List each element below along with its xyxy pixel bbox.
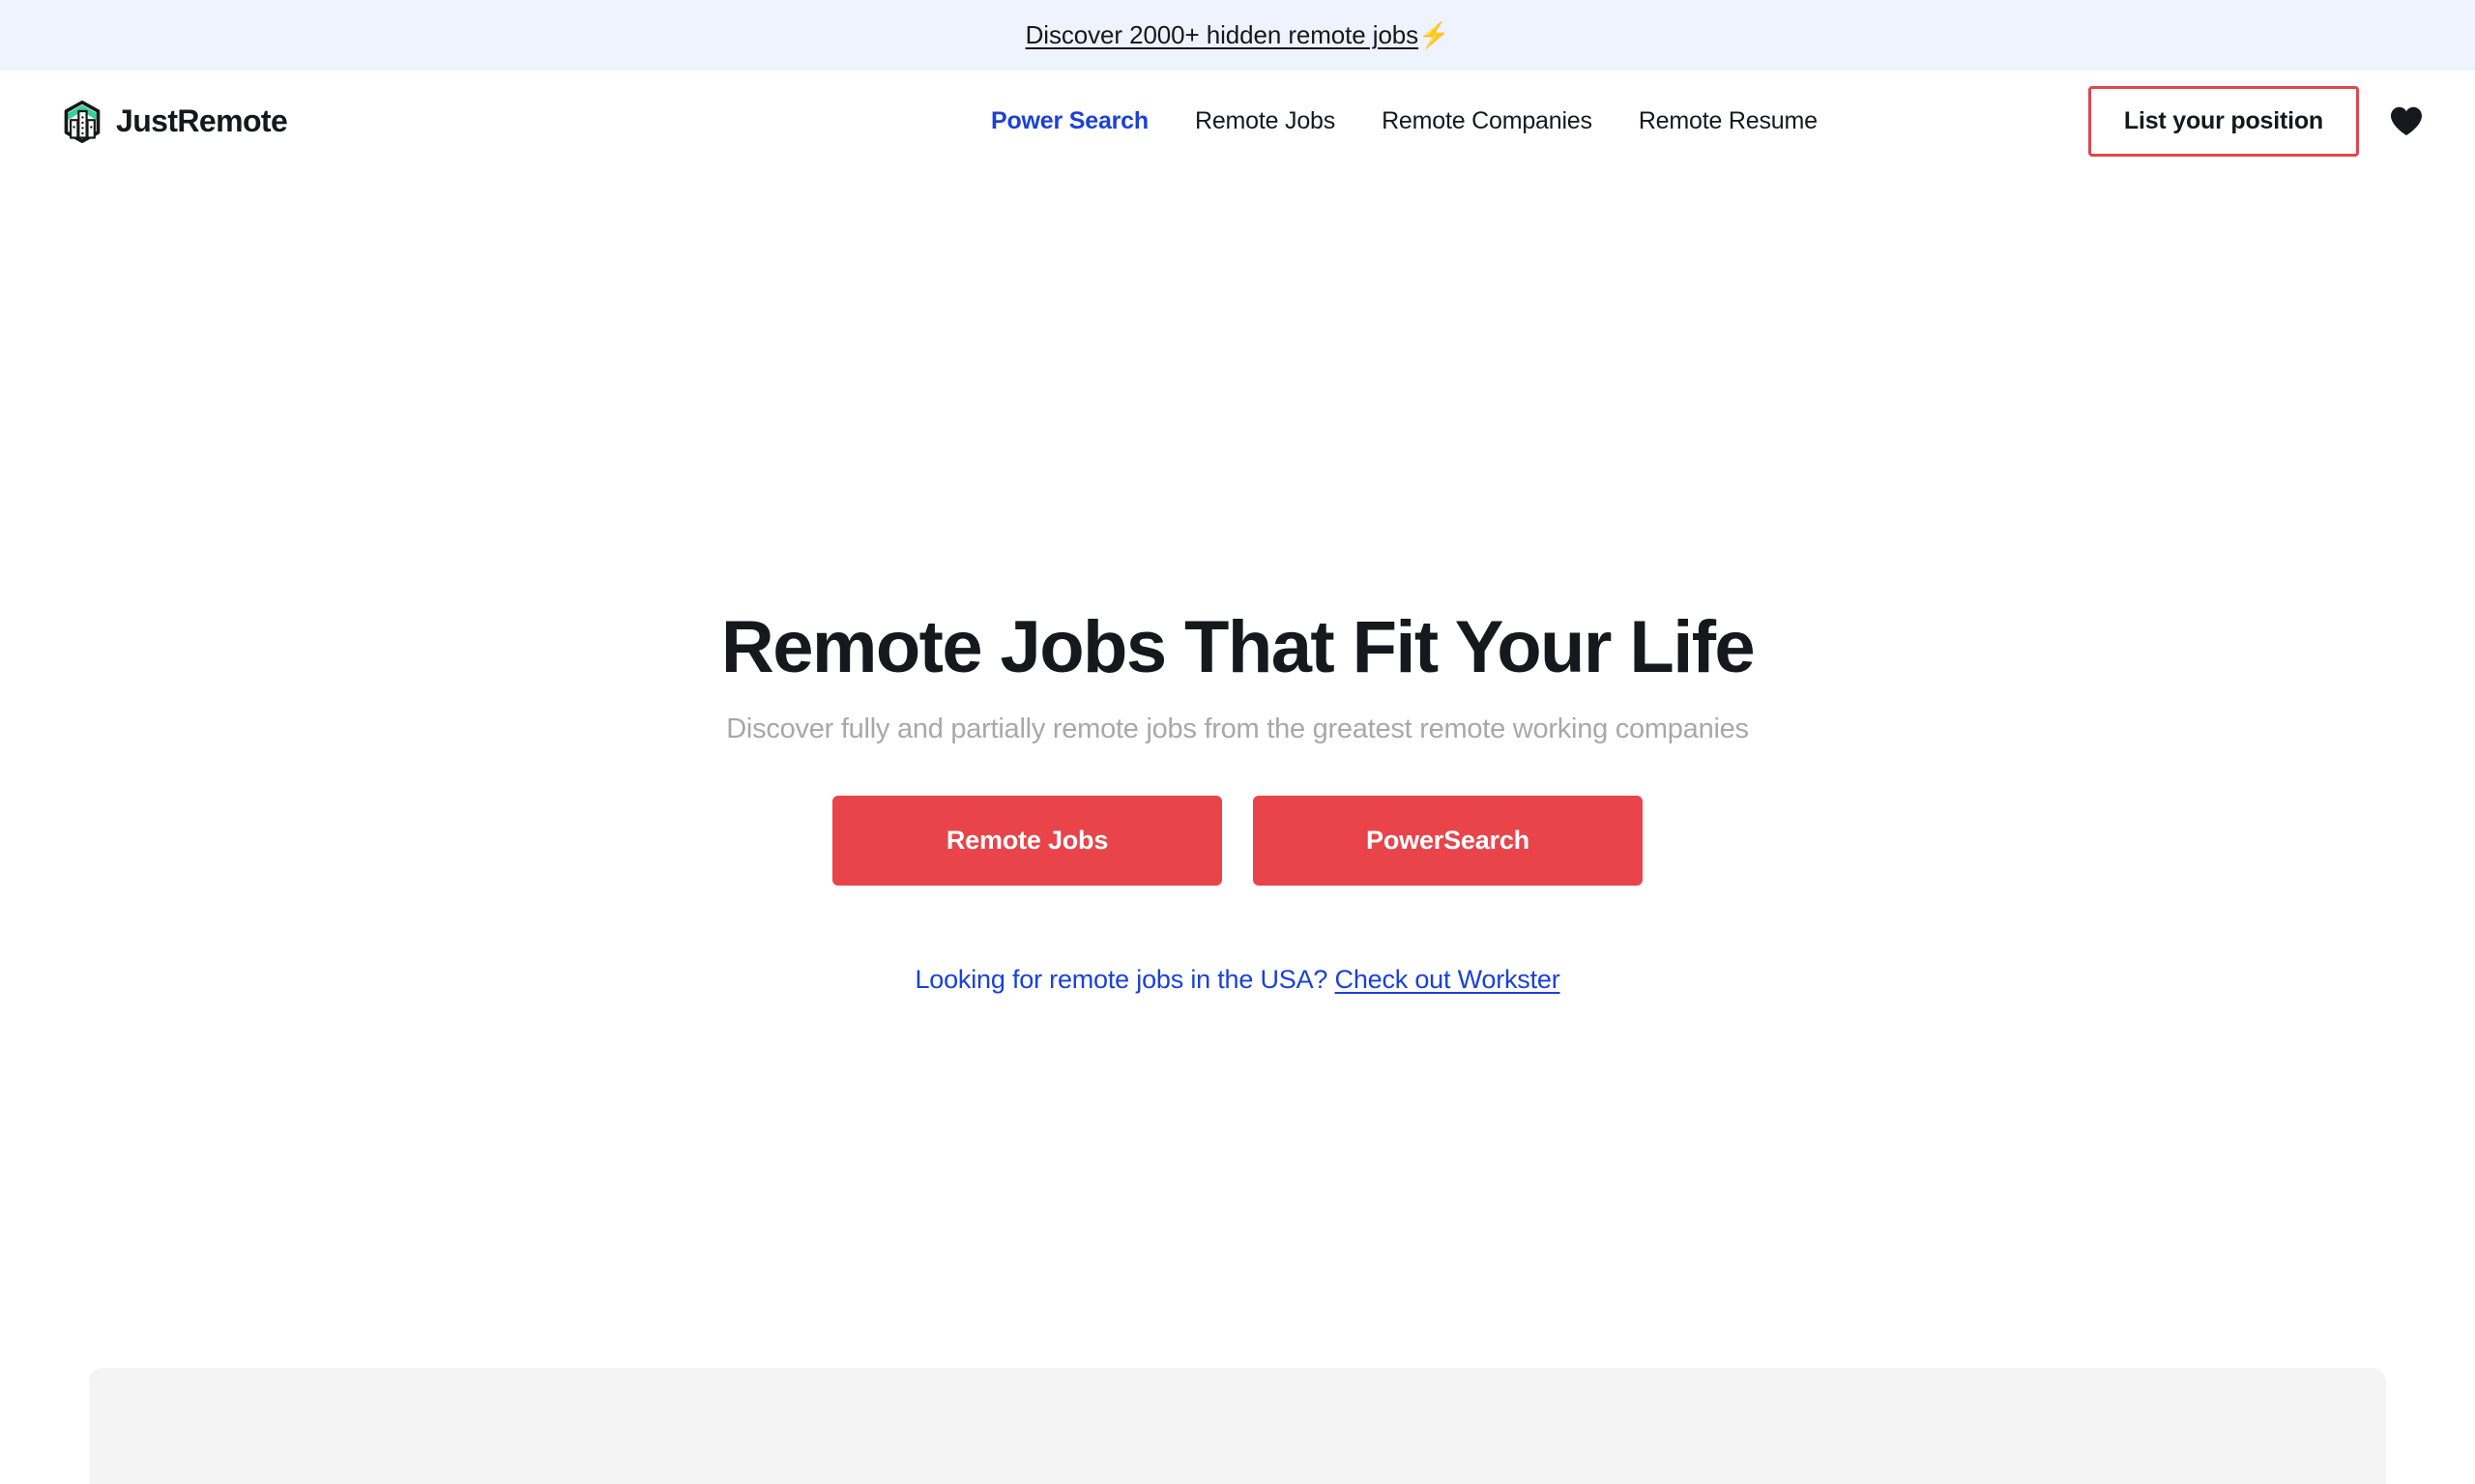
nav-item-remote-resume[interactable]: Remote Resume xyxy=(1616,107,1841,135)
heart-icon xyxy=(2391,106,2422,135)
promo-banner-link[interactable]: Discover 2000+ hidden remote jobs⚡ xyxy=(1026,20,1450,50)
remote-jobs-button[interactable]: Remote Jobs xyxy=(832,795,1222,886)
lightning-bolt-icon: ⚡ xyxy=(1418,20,1450,49)
hero-cta-group: Remote Jobs PowerSearch xyxy=(832,795,1643,886)
nav-item-power-search[interactable]: Power Search xyxy=(991,107,1172,135)
brand-name: JustRemote xyxy=(116,103,288,138)
header-actions: List your position xyxy=(2087,71,2429,172)
hero-section: Remote Jobs That Fit Your Life Discover … xyxy=(0,172,2475,995)
workster-link[interactable]: Check out Workster xyxy=(1335,965,1560,994)
promo-banner-text: Discover 2000+ hidden remote jobs xyxy=(1025,20,1419,49)
nav-item-remote-companies[interactable]: Remote Companies xyxy=(1358,107,1616,135)
nav-item-remote-jobs[interactable]: Remote Jobs xyxy=(1172,107,1358,135)
hexagon-buildings-logo-icon xyxy=(64,100,101,143)
workster-note-text: Looking for remote jobs in the USA? xyxy=(915,964,1328,994)
workster-note: Looking for remote jobs in the USA? Chec… xyxy=(915,965,1559,995)
list-your-position-button[interactable]: List your position xyxy=(2087,86,2359,157)
promo-banner: Discover 2000+ hidden remote jobs⚡ xyxy=(0,0,2475,71)
brand-logo[interactable]: JustRemote xyxy=(62,100,288,143)
hero-subtitle: Discover fully and partially remote jobs… xyxy=(726,713,1749,744)
main-nav: Power Search Remote Jobs Remote Companie… xyxy=(991,71,1841,172)
below-fold-panel xyxy=(89,1368,2386,1484)
powersearch-button[interactable]: PowerSearch xyxy=(1253,795,1643,886)
favorites-button[interactable] xyxy=(2384,100,2429,144)
site-header: JustRemote Power Search Remote Jobs Remo… xyxy=(0,71,2475,172)
hero-title: Remote Jobs That Fit Your Life xyxy=(720,606,1756,688)
